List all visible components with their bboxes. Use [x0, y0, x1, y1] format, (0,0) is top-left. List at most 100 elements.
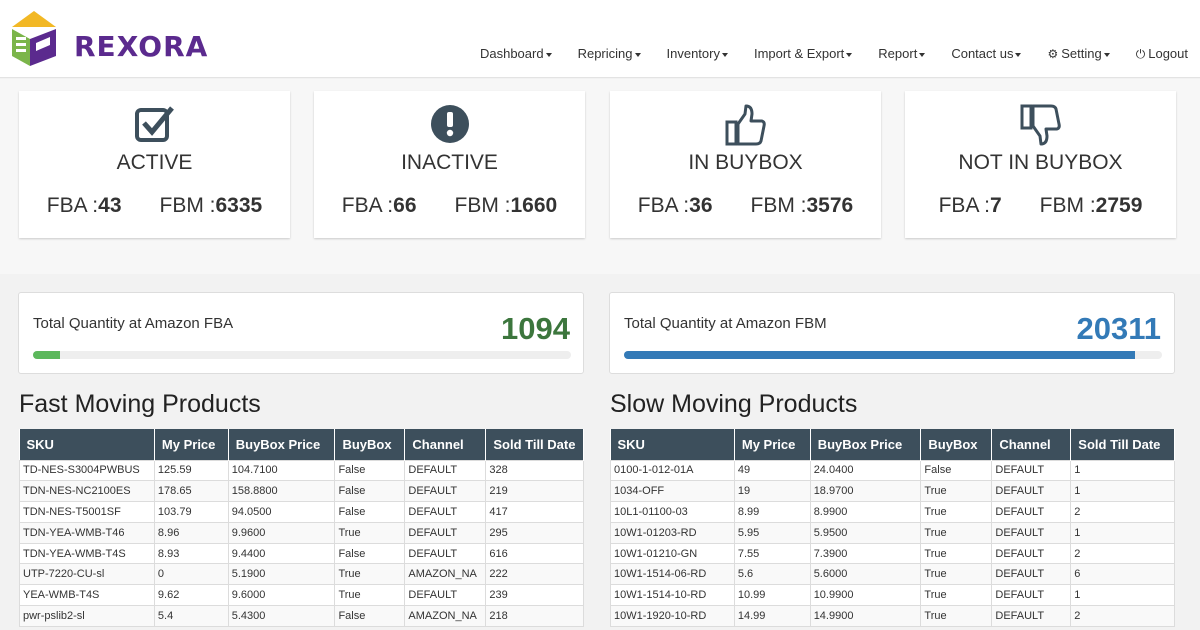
caret-down-icon	[919, 52, 926, 57]
nav-repricing[interactable]: Repricing	[578, 46, 641, 62]
table-row[interactable]: 10W1-1514-06-RD 5.6 5.6000 True DEFAULT 6	[610, 563, 1175, 586]
nav-logout[interactable]: ⏻ Logout	[1136, 46, 1188, 62]
table-cell: False	[920, 459, 993, 482]
table-row[interactable]: 10W1-01210-GN 7.55 7.3900 True DEFAULT 2	[610, 542, 1175, 565]
fast-moving-table: SKU My Price BuyBox Price BuyBox Channel Sold…	[19, 429, 584, 627]
nav-setting[interactable]: ⚙ Setting	[1047, 46, 1110, 62]
nav-label: Setting	[1061, 46, 1102, 61]
table-cell: 24.0400	[809, 459, 922, 482]
column-header[interactable]: My Price	[734, 429, 811, 460]
card-inactive[interactable]: INACTIVE FBA :66 FBM :1660	[314, 91, 585, 238]
column-header[interactable]: BuyBox	[334, 429, 406, 460]
table-cell: 417	[485, 501, 584, 523]
column-header[interactable]: SKU	[610, 429, 735, 460]
fba-count: FBA :7	[938, 194, 1002, 217]
fbm-progress-fill	[624, 351, 1136, 359]
card-in-buybox[interactable]: IN BUYBOX FBA :36 FBM :3576	[610, 91, 881, 238]
table-row[interactable]: 10L1-01100-03 8.99 8.9900 True DEFAULT 2	[610, 501, 1175, 523]
column-header[interactable]: My Price	[154, 429, 229, 460]
nav-import-export[interactable]: Import & Export	[754, 46, 853, 62]
fbm-quantity-panel: Total Quantity at Amazon FBM 20311	[609, 292, 1175, 374]
table-row[interactable]: 1034-OFF 19 18.9700 True DEFAULT 1	[610, 480, 1175, 503]
column-header[interactable]: BuyBox Price	[228, 429, 336, 460]
fbm-quantity-value: 20311	[1076, 311, 1162, 346]
table-cell: 9.9600	[227, 521, 336, 544]
table-cell: 2	[1070, 542, 1175, 565]
table-cell: YEA-WMB-T4S	[19, 584, 155, 607]
table-cell: 19	[733, 480, 811, 503]
table-cell: 10W1-01203-RD	[610, 521, 735, 544]
table-cell: True	[920, 521, 993, 544]
table-cell: 10.9900	[809, 584, 922, 607]
table-cell: DEFAULT	[404, 480, 487, 503]
fbm-quantity-label: Total Quantity at Amazon FBM	[624, 315, 827, 332]
table-cell: 1	[1070, 521, 1175, 544]
table-row[interactable]: TDN-NES-T5001SF 103.79 94.0500 False DEFAULT…	[19, 501, 584, 523]
card-counts: FBA :36 FBM :3576	[610, 194, 881, 218]
table-row[interactable]: 0100-1-012-01A 49 24.0400 False DEFAULT 1	[610, 459, 1175, 482]
fba-progress-bar	[33, 351, 571, 359]
caret-down-icon	[846, 52, 853, 57]
column-header[interactable]: SKU	[19, 429, 155, 460]
caret-down-icon	[545, 52, 552, 57]
table-cell: 8.96	[153, 521, 229, 544]
table-row[interactable]: TDN-NES-NC2100ES 178.65 158.8800 False DEFAU…	[19, 480, 584, 503]
nav-report[interactable]: Report	[878, 46, 926, 62]
brand-logo[interactable]: REXORA	[8, 9, 218, 67]
fbm-count: FBM :2759	[1039, 194, 1143, 217]
nav-label: Report	[878, 46, 918, 61]
table-row[interactable]: 10W1-1514-10-RD 10.99 10.9900 True DEFAULT 1	[610, 584, 1175, 607]
table-row[interactable]: UTP-7220-CU-sl 0 5.1900 True AMAZON_NA 222	[19, 563, 584, 586]
table-cell: 7.55	[733, 542, 811, 565]
fast-moving-title: Fast Moving Products	[19, 390, 261, 418]
column-header[interactable]: Channel	[991, 429, 1072, 460]
caret-down-icon	[1103, 52, 1110, 57]
table-cell: False	[334, 605, 406, 627]
fba-count: FBA :36	[637, 194, 713, 217]
main-nav: Dashboard Repricing Inventory Import & E…	[454, 46, 1188, 62]
column-header[interactable]: Channel	[404, 429, 487, 460]
fbm-count: FBM :6335	[159, 194, 263, 217]
nav-contact-us[interactable]: Contact us	[951, 46, 1022, 62]
table-row[interactable]: 10W1-1920-10-RD 14.99 14.9900 True DEFAULT 2	[610, 605, 1175, 627]
column-header[interactable]: BuyBox Price	[810, 429, 922, 460]
column-header[interactable]: Sold Till Date	[485, 429, 584, 460]
table-cell: 8.9900	[809, 501, 922, 523]
table-row[interactable]: 10W1-01203-RD 5.95 5.9500 True DEFAULT 1	[610, 521, 1175, 544]
table-cell: 1	[1070, 480, 1175, 503]
table-row[interactable]: TDN-YEA-WMB-T4S 8.93 9.4400 False DEFAULT 616	[19, 542, 584, 565]
table-cell: 328	[485, 459, 584, 482]
table-cell: DEFAULT	[991, 584, 1072, 607]
table-cell: True	[334, 521, 406, 544]
table-cell: True	[920, 605, 993, 627]
column-header[interactable]: Sold Till Date	[1070, 429, 1175, 460]
table-cell: True	[920, 501, 993, 523]
nav-inventory[interactable]: Inventory	[667, 46, 728, 62]
table-cell: DEFAULT	[991, 542, 1072, 565]
table-row[interactable]: pwr-pslib2-sl 5.4 5.4300 False AMAZON_NA 218	[19, 605, 584, 627]
table-cell: 10.99	[733, 584, 811, 607]
table-cell: 10L1-01100-03	[610, 501, 735, 523]
card-counts: FBA :7 FBM :2759	[905, 194, 1176, 218]
column-header[interactable]: BuyBox	[920, 429, 993, 460]
table-row[interactable]: TD-NES-S3004PWBUS 125.59 104.7100 False DEFA…	[19, 459, 584, 482]
table-cell: True	[920, 480, 993, 503]
card-not-in-buybox[interactable]: NOT IN BUYBOX FBA :7 FBM :2759	[905, 91, 1176, 238]
nav-label: Dashboard	[479, 46, 544, 61]
table-row[interactable]: YEA-WMB-T4S 9.62 9.6000 True DEFAULT 239	[19, 584, 584, 607]
table-cell: 295	[485, 521, 584, 544]
nav-dashboard[interactable]: Dashboard	[480, 46, 552, 62]
fbm-count: FBM :3576	[750, 194, 854, 217]
table-cell: 222	[485, 563, 584, 586]
table-cell: pwr-pslib2-sl	[19, 605, 155, 627]
table-cell: AMAZON_NA	[404, 605, 487, 627]
table-cell: False	[334, 542, 406, 565]
card-active[interactable]: ACTIVE FBA :43 FBM :6335	[19, 91, 290, 238]
table-row[interactable]: TDN-YEA-WMB-T46 8.96 9.9600 True DEFAULT 295	[19, 521, 584, 544]
table-cell: TD-NES-S3004PWBUS	[19, 459, 155, 482]
table-cell: DEFAULT	[404, 521, 487, 544]
table-cell: 8.99	[733, 501, 811, 523]
table-cell: 1	[1070, 459, 1175, 482]
fba-count: FBA :66	[341, 194, 417, 217]
table-cell: 125.59	[153, 459, 229, 482]
